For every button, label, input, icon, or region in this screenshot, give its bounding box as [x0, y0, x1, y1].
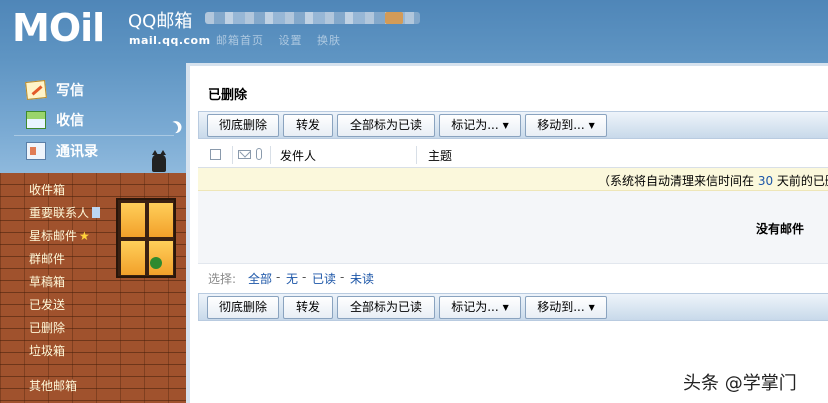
select-all-link[interactable]: 全部	[248, 270, 272, 287]
top-links: 邮箱首页 设置 换肤	[216, 32, 351, 48]
page-title: 已删除	[208, 88, 248, 103]
forward-button-bottom[interactable]: 转发	[283, 296, 333, 319]
folder-sent[interactable]: 已发送	[29, 296, 65, 313]
envelope-icon	[238, 150, 251, 159]
select-row: 选择: 全部 - 无 - 已读 - 未读	[198, 263, 828, 289]
folder-drafts[interactable]: 草稿箱	[29, 273, 65, 290]
chevron-down-icon: ▼	[588, 303, 595, 312]
home-link[interactable]: 邮箱首页	[216, 34, 264, 47]
qq-mail-logo[interactable]: MOil	[12, 6, 105, 50]
nav-divider	[14, 135, 174, 136]
chevron-down-icon: ▼	[588, 121, 595, 130]
chevron-down-icon: ▼	[502, 303, 509, 312]
compose-label: 写信	[56, 83, 84, 99]
folder-deleted[interactable]: 已删除	[29, 319, 65, 336]
bottom-toolbar: 彻底删除 转发 全部标为已读 标记为... ▼ 移动到... ▼	[198, 293, 828, 321]
select-read-link[interactable]: 已读	[312, 270, 336, 287]
subject-column-header[interactable]: 主题	[428, 147, 452, 164]
move-to-dropdown[interactable]: 移动到... ▼	[525, 114, 607, 137]
mark-all-read-button[interactable]: 全部标为已读	[337, 114, 435, 137]
main-panel: 已删除 彻底删除 转发 全部标为已读 标记为... ▼ 移动到... ▼ 发件人 主…	[186, 63, 828, 403]
attachment-icon	[256, 148, 262, 160]
receive-icon	[26, 111, 46, 129]
compose-button[interactable]: 写信	[25, 80, 84, 100]
select-none-link[interactable]: 无	[286, 270, 298, 287]
pencil-icon	[25, 80, 47, 100]
select-label: 选择:	[208, 272, 237, 286]
skin-link[interactable]: 换肤	[317, 34, 341, 47]
notice-text: （系统将自动清理来信时间在 30 天前的已删	[598, 174, 828, 188]
empty-message: 没有邮件	[756, 222, 805, 236]
delete-forever-button-bottom[interactable]: 彻底删除	[207, 296, 279, 319]
column-header: 发件人 主题	[198, 142, 828, 168]
chevron-down-icon: ▼	[502, 121, 509, 130]
moon-decoration	[164, 120, 179, 135]
cat-decoration	[152, 150, 166, 172]
brand-domain: mail.qq.com	[129, 34, 211, 47]
app-header: MOil QQ邮箱 mail.qq.com 邮箱首页 设置 换肤	[0, 0, 828, 62]
forward-button[interactable]: 转发	[283, 114, 333, 137]
folder-inbox[interactable]: 收件箱	[29, 181, 65, 198]
sender-column-header[interactable]: 发件人	[280, 147, 316, 164]
select-unread-link[interactable]: 未读	[350, 270, 374, 287]
mail-list-empty: 没有邮件	[198, 191, 828, 263]
inbox-check-label: 收信	[56, 113, 84, 129]
move-to-dropdown-bottom[interactable]: 移动到... ▼	[525, 296, 607, 319]
folder-group-mail[interactable]: 群邮件	[29, 250, 65, 267]
contacts-label: 通讯录	[56, 144, 98, 160]
top-toolbar: 彻底删除 转发 全部标为已读 标记为... ▼ 移动到... ▼	[198, 111, 828, 139]
watermark: 头条 @学掌门	[683, 373, 797, 394]
delete-forever-button[interactable]: 彻底删除	[207, 114, 279, 137]
window-decoration	[116, 198, 176, 278]
select-all-checkbox[interactable]	[210, 149, 221, 160]
mark-as-dropdown-bottom[interactable]: 标记为... ▼	[439, 296, 521, 319]
bookmark-icon	[92, 207, 101, 218]
blurred-user-info	[205, 12, 420, 24]
folder-spam[interactable]: 垃圾箱	[29, 342, 65, 359]
mark-all-read-button-bottom[interactable]: 全部标为已读	[337, 296, 435, 319]
auto-clean-notice: （系统将自动清理来信时间在 30 天前的已删	[198, 168, 828, 191]
folder-starred[interactable]: 星标邮件 ★	[29, 227, 90, 244]
settings-link[interactable]: 设置	[279, 34, 303, 47]
contacts-button[interactable]: 通讯录	[26, 141, 98, 161]
folder-other-mailboxes[interactable]: 其他邮箱	[29, 377, 77, 394]
plant-decoration	[150, 257, 162, 269]
folder-important-contacts[interactable]: 重要联系人	[29, 204, 101, 221]
star-icon: ★	[79, 229, 90, 243]
inbox-check-button[interactable]: 收信	[26, 110, 84, 130]
contacts-icon	[26, 142, 46, 160]
brand-name: QQ邮箱	[128, 11, 193, 32]
mark-as-dropdown[interactable]: 标记为... ▼	[439, 114, 521, 137]
